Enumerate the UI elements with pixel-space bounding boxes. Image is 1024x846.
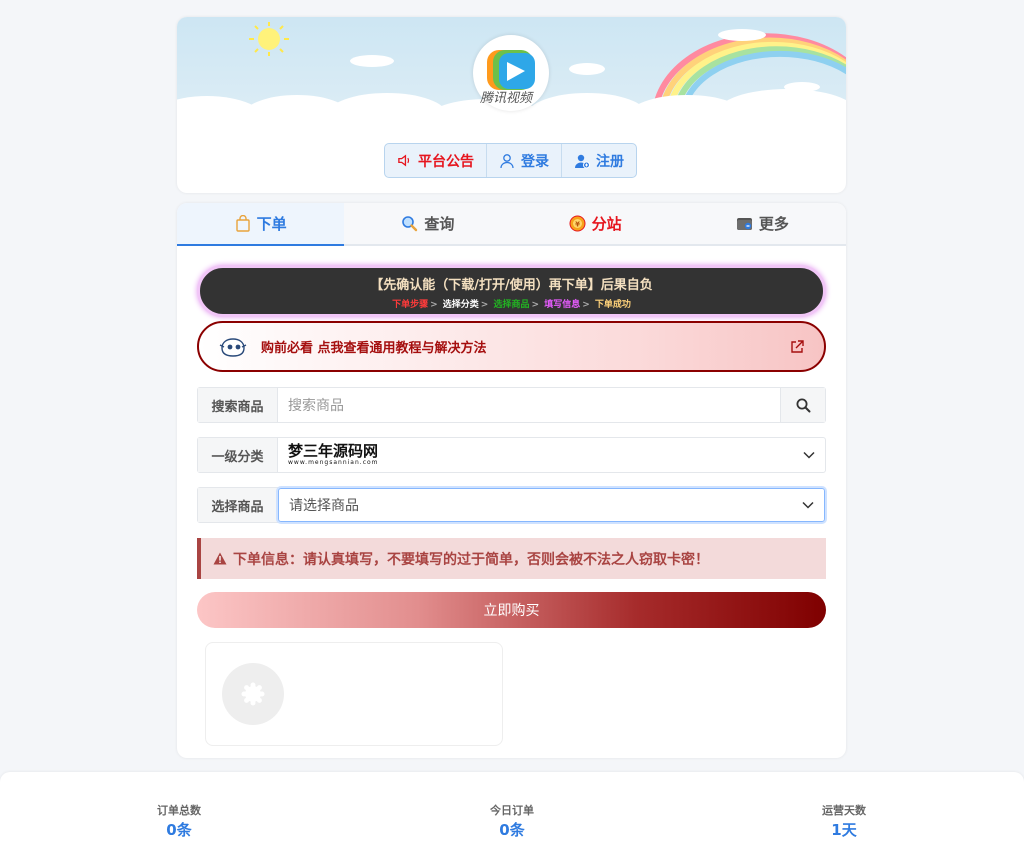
- product-preview-card: [205, 642, 503, 746]
- tab-order[interactable]: 下单: [177, 203, 345, 246]
- step-3: 选择商品: [493, 300, 530, 310]
- wallet-icon: [736, 218, 752, 230]
- category-logo: 梦三年源码网 www.mengsannian.com: [288, 444, 379, 466]
- user-icon: [500, 153, 514, 168]
- login-button[interactable]: 登录: [487, 144, 562, 177]
- step-separator: >: [531, 300, 540, 310]
- product-select[interactable]: 请选择商品: [278, 488, 825, 522]
- header-banner: 腾讯视频: [177, 17, 846, 134]
- step-5: 下单成功: [594, 300, 631, 310]
- product-field: 选择商品 请选择商品: [197, 487, 826, 523]
- buy-now-button[interactable]: 立即购买: [197, 592, 826, 628]
- stat-value: 0条: [166, 821, 192, 839]
- search-product-label: 搜索商品: [198, 388, 278, 422]
- tab-more[interactable]: 更多: [679, 203, 846, 244]
- stat-value: 1天: [831, 821, 857, 839]
- login-label: 登录: [521, 153, 549, 170]
- product-image-placeholder: [222, 663, 284, 725]
- search-product-field: 搜索商品 搜索商品: [197, 387, 826, 423]
- svg-text:¥: ¥: [575, 221, 580, 229]
- category-field: 一级分类 梦三年源码网 www.mengsannian.com: [197, 437, 826, 473]
- small-clouds: [350, 29, 820, 92]
- search-input[interactable]: 搜索商品: [278, 388, 780, 422]
- shopping-bag-icon: [235, 215, 250, 232]
- sun-icon: [249, 22, 289, 56]
- notice-title: 【先确认能（下载/打开/使用）再下单】后果自负: [370, 278, 653, 293]
- logo-text: 腾讯视频: [480, 91, 533, 106]
- speaker-icon: [398, 154, 410, 167]
- stat-total-orders: 订单总数 0条: [119, 802, 239, 840]
- product-select-value: 请选择商品: [289, 498, 359, 514]
- search-icon: [796, 398, 810, 412]
- tab-substation[interactable]: ¥ 分站: [512, 203, 679, 244]
- step-2: 选择分类: [442, 300, 479, 310]
- stat-label: 订单总数: [157, 804, 201, 817]
- stat-operating-days: 运营天数 1天: [784, 802, 904, 840]
- tab-substation-label: 分站: [591, 215, 622, 233]
- product-label: 选择商品: [198, 488, 278, 522]
- chevron-down-icon: [802, 501, 814, 509]
- coin-icon: ¥: [569, 215, 586, 232]
- warning-icon: [213, 552, 227, 565]
- category-select[interactable]: 梦三年源码网 www.mengsannian.com: [278, 438, 825, 472]
- chevron-down-icon: [803, 451, 815, 459]
- search-button[interactable]: [780, 388, 825, 422]
- tab-order-label: 下单: [256, 215, 287, 233]
- external-link-icon: [791, 339, 804, 353]
- step-separator: >: [430, 300, 438, 310]
- tab-bar: 下单 查询 ¥ 分站 更多: [177, 203, 846, 246]
- register-button[interactable]: 注册: [562, 144, 636, 177]
- step-separator: >: [480, 300, 489, 310]
- register-label: 注册: [596, 153, 624, 170]
- category-value-sub: www.mengsannian.com: [288, 459, 379, 466]
- category-value-main: 梦三年源码网: [288, 442, 379, 460]
- tutorial-guide-link[interactable]: 购前必看 点我查看通用教程与解决方法: [197, 321, 826, 372]
- order-steps: 下单步骤 > 选择分类 > 选择商品 > 填写信息 > 下单成功: [200, 297, 823, 310]
- tab-query-label: 查询: [424, 215, 455, 233]
- site-stats-bar: 订单总数 0条 今日订单 0条 运营天数 1天: [0, 772, 1024, 846]
- guide-text: 购前必看 点我查看通用教程与解决方法: [261, 341, 487, 356]
- step-4: 填写信息: [544, 300, 581, 310]
- category-label: 一级分类: [198, 438, 278, 472]
- tab-more-label: 更多: [758, 215, 789, 233]
- header-button-group: 平台公告 登录 注册: [384, 143, 637, 178]
- order-card: 下单 查询 ¥ 分站 更多 【先确认能（下载/打开/使用）再下单】后果自负 下单…: [177, 203, 846, 758]
- warning-text: 下单信息：请认真填写，不要填写的过于简单，否则会被不法之人窃取卡密！: [233, 551, 709, 568]
- stat-value: 0条: [499, 821, 525, 839]
- step-separator: >: [582, 300, 590, 310]
- loading-icon: [241, 682, 265, 706]
- order-warning-alert: 下单信息：请认真填写，不要填写的过于简单，否则会被不法之人窃取卡密！: [197, 538, 826, 579]
- announcement-label: 平台公告: [418, 153, 474, 170]
- magnifier-icon: [402, 216, 418, 232]
- tab-query[interactable]: 查询: [344, 203, 511, 244]
- announcement-button[interactable]: 平台公告: [385, 144, 487, 177]
- add-user-icon: [575, 154, 590, 168]
- order-notice-banner: 【先确认能（下载/打开/使用）再下单】后果自负 下单步骤 > 选择分类 > 选择商品…: [197, 265, 826, 317]
- stat-label: 运营天数: [822, 804, 866, 817]
- guide-mascot-icon: [219, 337, 247, 357]
- step-1: 下单步骤: [392, 300, 429, 310]
- stat-label: 今日订单: [490, 804, 534, 817]
- stat-today-orders: 今日订单 0条: [452, 802, 572, 840]
- header-card: 腾讯视频 平台公告 登录 注册: [177, 17, 846, 193]
